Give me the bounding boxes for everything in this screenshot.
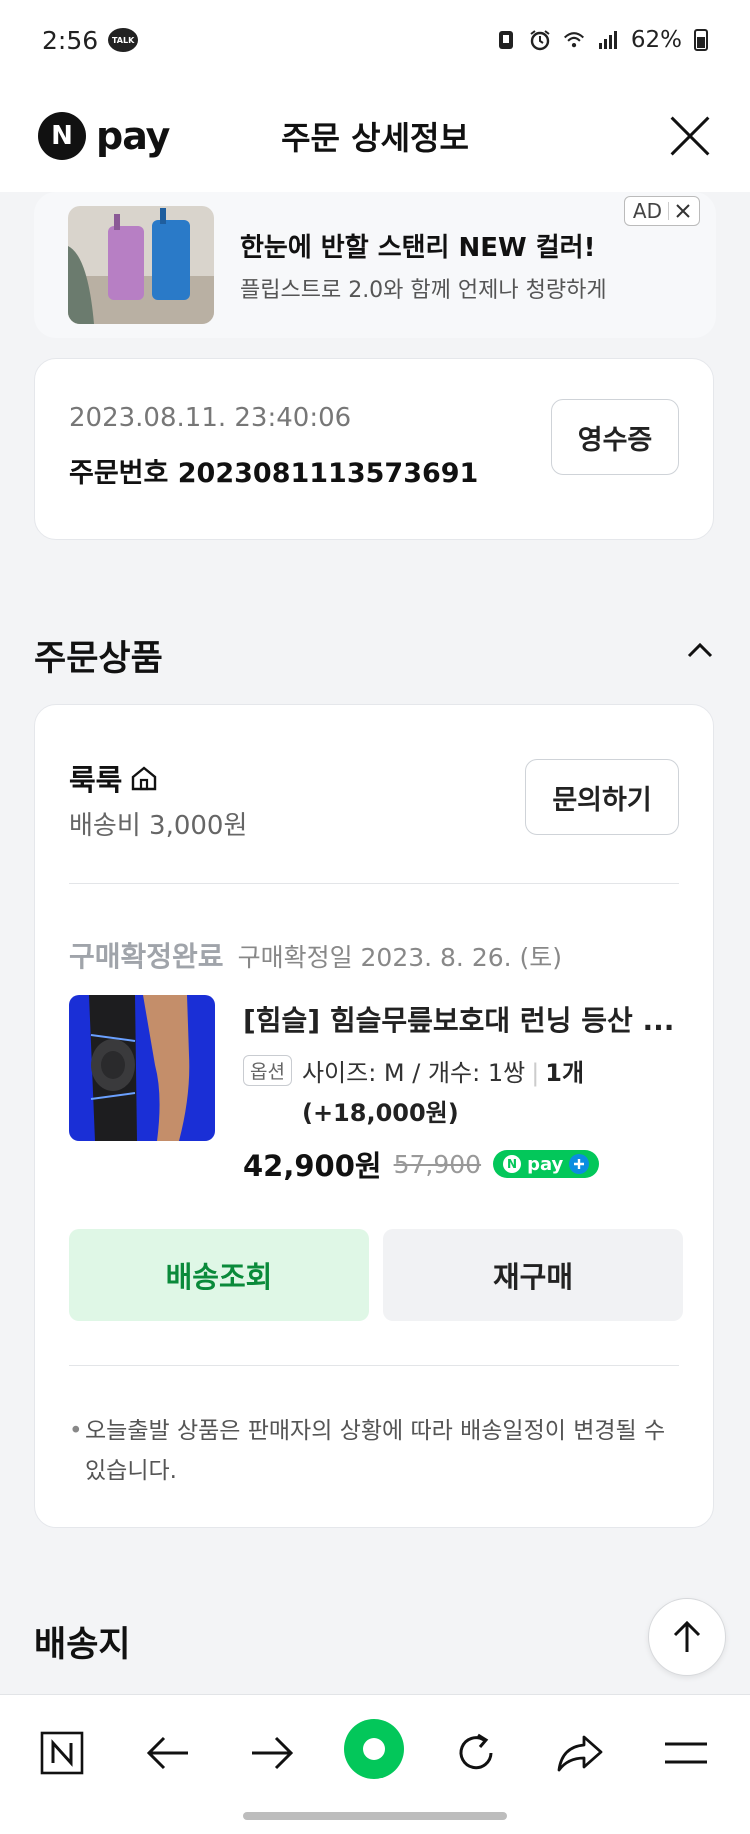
npay-logo: N pay [38,112,170,160]
npay-plus-n-icon: N [503,1155,522,1173]
inquiry-button[interactable]: 문의하기 [525,759,679,835]
product-image[interactable] [69,995,215,1141]
npay-plus-badge: N pay [493,1150,600,1178]
status-bar: 2:56 TALK 62% [0,0,750,80]
shop-name-row[interactable]: 룩룩 [69,757,158,799]
npay-logo-n: N [38,112,86,160]
ad-text: 한눈에 반할 스탠리 NEW 컬러! 플립스트로 2.0와 함께 언제나 청량하… [240,227,607,304]
ad-banner[interactable]: 한눈에 반할 스탠리 NEW 컬러! 플립스트로 2.0와 함께 언제나 청량하… [34,192,716,338]
price-row: 42,900원 57,900 N pay [243,1143,683,1185]
tumbler-image [68,206,214,324]
alarm-icon [530,30,550,51]
kakaotalk-notification-icon: TALK [108,28,139,52]
option-divider: | [531,1059,540,1087]
signal-icon [598,31,617,49]
divider [69,883,679,884]
arrow-up-icon [673,1620,701,1652]
forward-arrow-icon[interactable] [244,1725,300,1781]
ad-title: 한눈에 반할 스탠리 NEW 컬러! [240,232,596,263]
receipt-button[interactable]: 영수증 [551,399,679,475]
plus-icon [569,1154,590,1174]
chevron-up-icon[interactable] [686,636,714,664]
status-icons: 62% [495,27,708,53]
n-home-icon[interactable] [34,1725,90,1781]
status-time: 2:56 [42,25,99,55]
ad-label: AD [632,199,662,223]
back-arrow-icon[interactable] [140,1725,196,1781]
purchase-status: 구매확정완료 [69,940,224,973]
product-title[interactable]: [힘슬] 힘슬무릎보호대 런닝 등산 ... [243,999,683,1039]
browser-bottom-nav [0,1694,750,1834]
app-notification-icon [498,31,513,49]
store-home-icon [132,766,157,791]
product-info: [힘슬] 힘슬무릎보호대 런닝 등산 ... 옵션 사이즈: M / 개수: 1… [243,999,683,1185]
divider [69,1365,679,1366]
ad-thumbnail-image [68,206,214,324]
npay-logo-text: pay [96,114,170,158]
scroll-to-top-button[interactable] [648,1598,726,1676]
section-title-delivery: 배송지 [34,1625,131,1665]
product-option-row: 옵션 사이즈: M / 개수: 1쌍 | 1개 (+18,000원) [243,1053,683,1133]
ad-close-icon[interactable] [675,203,691,219]
ad-badge[interactable]: AD [623,196,700,226]
gesture-home-bar[interactable] [243,1812,507,1820]
order-info-card: 2023.08.11. 23:40:06 주문번호 20230811135736… [34,358,714,540]
ad-subtitle: 플립스트로 2.0와 함께 언제나 청량하게 [240,277,607,303]
product-card: 룩룩 배송비 3,000원 문의하기 구매확정완료 구매확정일 2023. 8.… [34,704,714,1528]
wifi-icon [563,32,584,48]
track-delivery-button[interactable]: 배송조회 [69,1229,369,1321]
purchase-confirm-date: 구매확정일 2023. 8. 26. (토) [237,943,563,972]
npay-plus-text: pay [527,1153,564,1175]
shipping-notice: 오늘출발 상품은 판매자의 상황에 따라 배송일정이 변경될 수 있습니다. [69,1411,673,1491]
close-button[interactable] [668,114,712,158]
green-dot-icon[interactable] [342,1717,406,1781]
option-text: 사이즈: M / 개수: 1쌍 [301,1059,526,1087]
purchase-status-line: 구매확정완료 구매확정일 2023. 8. 26. (토) [69,935,562,975]
refresh-icon[interactable] [448,1725,504,1781]
product-price: 42,900원 [243,1149,382,1183]
rebuy-button[interactable]: 재구매 [383,1229,683,1321]
battery-percent: 62% [630,27,682,53]
battery-icon [694,29,708,51]
menu-icon[interactable] [658,1725,714,1781]
section-title-ordered-products: 주문상품 [34,639,163,679]
original-price: 57,900 [393,1149,482,1179]
app-header: N pay 주문 상세정보 [0,80,750,192]
shipping-fee: 배송비 3,000원 [69,811,248,841]
ad-badge-divider [668,202,669,220]
share-icon[interactable] [552,1725,608,1781]
knee-brace-image [69,995,215,1141]
shop-name: 룩룩 [69,763,123,797]
option-badge: 옵션 [243,1055,292,1086]
option-text-block: 사이즈: M / 개수: 1쌍 | 1개 (+18,000원) [302,1053,683,1133]
